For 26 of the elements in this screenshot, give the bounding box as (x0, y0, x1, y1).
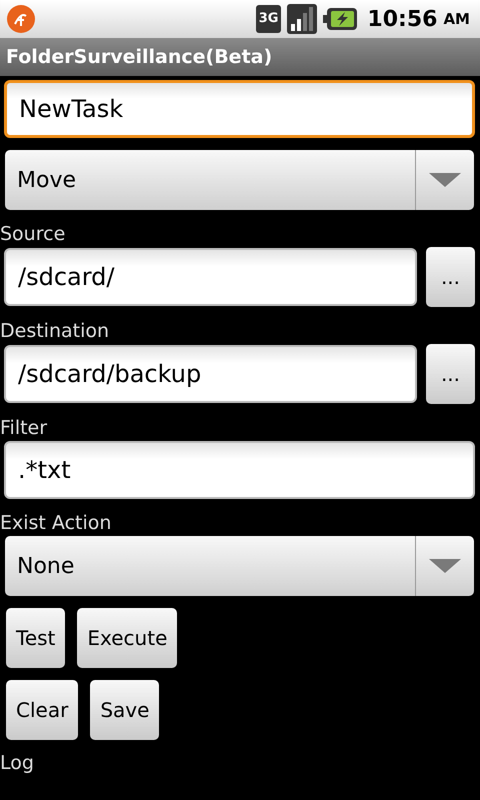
action-button[interactable]: Save (90, 680, 160, 740)
task-name-field[interactable]: NewTask (4, 80, 475, 138)
dropdown-arrow-icon (429, 173, 461, 187)
action-button[interactable]: Test (6, 608, 66, 668)
destination-path-field[interactable]: /sdcard/backup (4, 345, 417, 403)
field-label: Source (0, 223, 66, 245)
field-label: Exist Action (0, 512, 112, 534)
field-label: Destination (0, 320, 110, 342)
action-dropdown[interactable]: Move (5, 150, 474, 210)
battery-charging-icon (323, 8, 358, 30)
signal-icon (287, 4, 318, 34)
network-type-indicator: 3G (256, 5, 282, 33)
clock-time: 10:56 (367, 6, 438, 32)
field-label: Filter (0, 417, 48, 439)
app-logo-icon (6, 4, 36, 34)
browse-button[interactable]: ... (426, 344, 475, 404)
browse-button[interactable]: ... (426, 247, 475, 307)
log-label: Log (0, 752, 35, 774)
dropdown-arrow-icon (429, 559, 461, 573)
action-button[interactable]: Clear (6, 680, 78, 740)
app-title: FolderSurveillance(Beta) (6, 46, 272, 68)
clock-am-pm: AM (443, 10, 470, 28)
source-path-field[interactable]: /sdcard/ (4, 248, 417, 306)
action-button[interactable]: Execute (77, 608, 178, 668)
exist-action-dropdown[interactable]: None (5, 536, 474, 596)
filter-field[interactable]: .*txt (4, 441, 475, 499)
